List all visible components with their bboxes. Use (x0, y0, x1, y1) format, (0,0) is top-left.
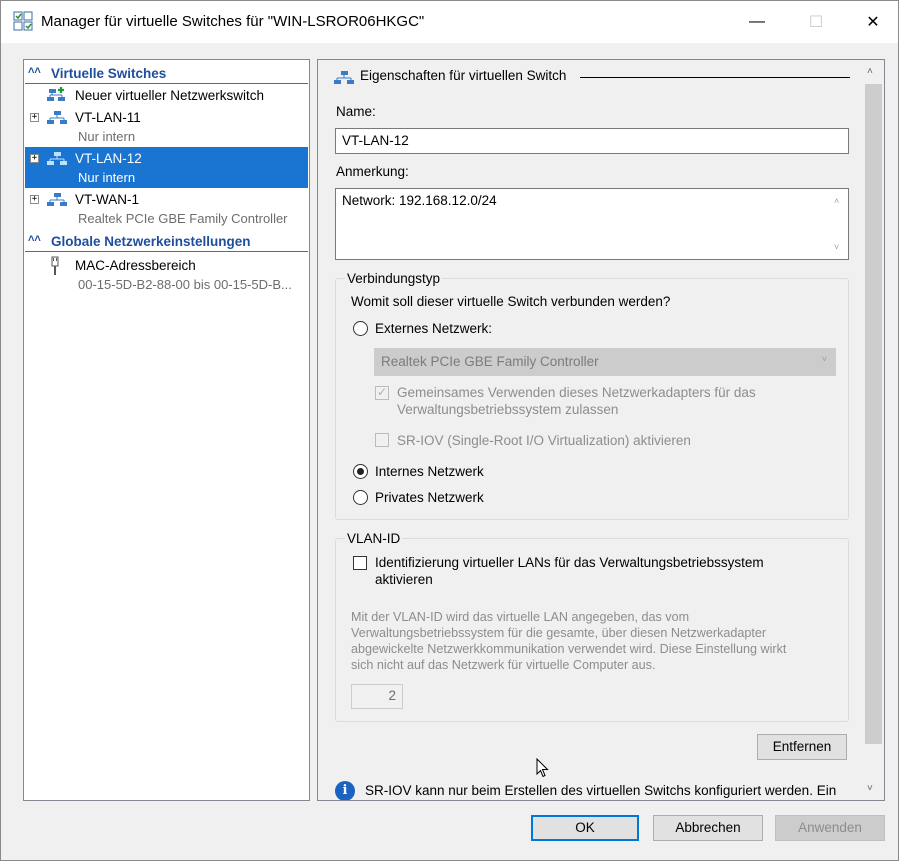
note-label: Anmerkung: (336, 164, 409, 179)
note-text: Network: 192.168.12.0/24 (342, 193, 497, 208)
apply-button[interactable]: Anwenden (775, 815, 885, 841)
new-switch-label: Neuer virtueller Netzwerkswitch (75, 88, 265, 103)
switch-type: Nur intern (78, 129, 136, 144)
switch-type: Nur intern (78, 170, 136, 185)
scroll-up-icon[interactable]: ˄ (834, 196, 839, 206)
switch-manager-app-icon (13, 11, 33, 31)
chevron-down-icon: ˅ (821, 354, 827, 364)
scroll-down-icon[interactable]: ˅ (867, 783, 873, 794)
expand-icon[interactable]: + (30, 195, 39, 204)
network-switch-icon (334, 71, 354, 84)
collapse-chevron-icon[interactable]: ˄˄ (28, 65, 41, 77)
external-adapter-value: Realtek PCIe GBE Family Controller (381, 354, 599, 369)
tree-item-switch[interactable]: + VT-LAN-11 Nur intern (25, 106, 308, 147)
vlan-description-line4: sich nicht auf das Netzwerk für virtuell… (351, 658, 656, 672)
sriov-info-text: SR-IOV kann nur beim Erstellen des virtu… (365, 783, 837, 798)
switch-tree-pane: ˄˄ Virtuelle Switches Neuer virtueller N… (23, 59, 310, 801)
vlan-id-input[interactable]: 2 (351, 684, 403, 709)
private-network-label[interactable]: Privates Netzwerk (375, 490, 484, 505)
cancel-button[interactable]: Abbrechen (653, 815, 763, 841)
network-switch-icon (47, 193, 67, 206)
name-input[interactable]: VT-LAN-12 (335, 128, 849, 154)
switch-type: Realtek PCIe GBE Family Controller (78, 211, 288, 226)
info-icon: i (335, 781, 355, 800)
minimize-button[interactable]: — (728, 1, 786, 43)
switch-name: VT-WAN-1 (75, 192, 139, 207)
connection-type-legend: Verbindungstyp (345, 271, 443, 286)
external-adapter-select[interactable]: Realtek PCIe GBE Family Controller ˅ (374, 348, 836, 376)
network-plug-icon (51, 256, 59, 275)
connection-question: Womit soll dieser virtuelle Switch verbu… (351, 294, 671, 309)
properties-scrollbar[interactable]: ˄ ˅ (862, 60, 884, 800)
ok-button[interactable]: OK (531, 815, 639, 841)
name-label: Name: (336, 104, 376, 119)
note-scrollbar[interactable]: ˄ ˅ (830, 190, 847, 258)
mac-range-label: MAC-Adressbereich (75, 258, 196, 273)
mac-range-value: 00-15-5D-B2-88-00 bis 00-15-5D-B... (78, 277, 292, 292)
vlan-legend: VLAN-ID (345, 531, 403, 546)
expand-icon[interactable]: + (30, 113, 39, 122)
section-virtual-switches[interactable]: ˄˄ Virtuelle Switches (25, 62, 308, 84)
scroll-down-icon[interactable]: ˅ (834, 242, 839, 252)
vlan-enable-label-line1[interactable]: Identifizierung virtueller LANs für das … (375, 555, 764, 570)
title-bar[interactable]: Manager für virtuelle Switches für "WIN-… (1, 1, 898, 43)
maximize-button[interactable]: ☐ (787, 1, 845, 43)
switch-name: VT-LAN-11 (75, 110, 141, 125)
scroll-up-icon[interactable]: ˄ (867, 66, 873, 77)
network-switch-icon (47, 111, 67, 124)
section-global-network-settings[interactable]: ˄˄ Globale Netzwerkeinstellungen (25, 230, 308, 252)
scrollbar-thumb[interactable] (865, 84, 882, 744)
sriov-checkbox[interactable] (375, 433, 389, 447)
group-title-divider (580, 77, 850, 78)
note-textarea[interactable]: Network: 192.168.12.0/24 ˄ ˅ (335, 188, 849, 260)
sriov-label: SR-IOV (Single-Root I/O Virtualization) … (397, 433, 691, 448)
window-title: Manager für virtuelle Switches für "WIN-… (41, 13, 425, 30)
close-button[interactable]: ✕ (844, 1, 899, 43)
share-adapter-label-line1: Gemeinsames Verwenden dieses Netzwerkada… (397, 385, 756, 400)
switch-manager-window: Manager für virtuelle Switches für "WIN-… (0, 0, 899, 861)
vlan-enable-label-line2[interactable]: aktivieren (375, 572, 433, 587)
vlan-description-line1: Mit der VLAN-ID wird das virtuelle LAN a… (351, 610, 690, 624)
vlan-enable-checkbox[interactable] (353, 556, 367, 570)
network-switch-icon (47, 152, 67, 165)
radio-internal-network[interactable] (353, 464, 368, 479)
tree-item-new-switch[interactable]: Neuer virtueller Netzwerkswitch (25, 84, 308, 106)
section-global-label: Globale Netzwerkeinstellungen (51, 234, 251, 249)
tree-item-switch-selected[interactable]: + VT-LAN-12 Nur intern (25, 147, 308, 188)
vlan-description-line2: Verwaltungsbetriebssystem für die gesamt… (351, 626, 767, 640)
vlan-description-line3: abgewickelte Netzwerkkommunikation verwe… (351, 642, 787, 656)
tree-item-mac-range[interactable]: MAC-Adressbereich 00-15-5D-B2-88-00 bis … (25, 254, 308, 295)
share-adapter-checkbox[interactable]: ✓ (375, 385, 389, 400)
radio-private-network[interactable] (353, 490, 368, 505)
expand-icon[interactable]: + (30, 154, 39, 163)
properties-pane: Eigenschaften für virtuellen Switch Name… (317, 59, 885, 801)
switch-name: VT-LAN-12 (75, 151, 142, 166)
checkmark-icon: ✓ (377, 385, 388, 399)
properties-group-title: Eigenschaften für virtuellen Switch (360, 68, 567, 83)
tree-item-switch[interactable]: + VT-WAN-1 Realtek PCIe GBE Family Contr… (25, 188, 308, 229)
new-switch-icon (47, 87, 65, 101)
share-adapter-label-line2: Verwaltungsbetriebssystem zulassen (397, 402, 619, 417)
mouse-pointer-icon (536, 758, 549, 778)
section-virtual-switches-label: Virtuelle Switches (51, 66, 167, 81)
collapse-chevron-icon[interactable]: ˄˄ (28, 233, 41, 245)
remove-button[interactable]: Entfernen (757, 734, 847, 760)
external-network-label[interactable]: Externes Netzwerk: (375, 321, 492, 336)
internal-network-label[interactable]: Internes Netzwerk (375, 464, 484, 479)
radio-external-network[interactable] (353, 321, 368, 336)
